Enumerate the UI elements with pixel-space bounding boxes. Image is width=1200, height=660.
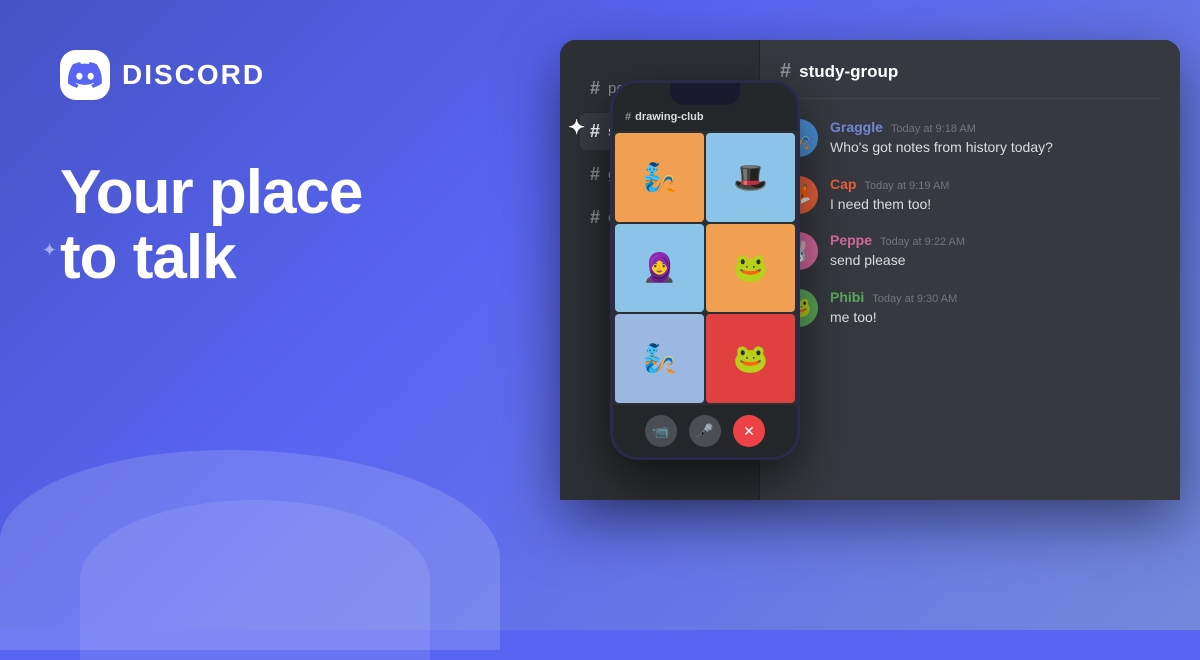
star-decoration: ✦ [42, 240, 57, 261]
message-text: send please [830, 251, 1160, 271]
message-time: Today at 9:30 AM [872, 293, 957, 305]
star-laptop-decoration: ✦ [568, 115, 585, 140]
table-row: 🐰 Peppe Today at 9:22 AM send please [780, 232, 1160, 271]
message-text: I need them too! [830, 195, 1160, 215]
message-header: Phibi Today at 9:30 AM [830, 289, 1160, 305]
message-content: Phibi Today at 9:30 AM me too! [830, 289, 1160, 328]
phone-channel-name: drawing-club [635, 111, 703, 123]
message-username: Peppe [830, 232, 872, 248]
tagline-line2: to talk [60, 225, 430, 290]
video-cell-0: 🧞 [615, 133, 704, 222]
chat-header: # study-group [780, 60, 1160, 99]
video-cell-2: 🧕 [615, 224, 704, 313]
chat-area: # study-group 🧞 Graggle Today at 9:18 AM [760, 40, 1180, 500]
hash-icon: # [590, 78, 600, 99]
tagline: Your place to talk [60, 160, 430, 290]
table-row: 🦊 Cap Today at 9:19 AM I need them too! [780, 176, 1160, 215]
camera-button[interactable]: 📹 [645, 415, 677, 447]
phone-screen: # drawing-club 🧞 🎩 🧕 🐸 🧞 🐸 📹 🎤 ✕ [613, 83, 797, 457]
video-cell-3: 🐸 [706, 224, 795, 313]
message-list: 🧞 Graggle Today at 9:18 AM Who's got not… [780, 119, 1160, 327]
hash-icon: # [590, 164, 600, 185]
video-cell-1: 🎩 [706, 133, 795, 222]
message-header: Peppe Today at 9:22 AM [830, 232, 1160, 248]
message-time: Today at 9:22 AM [880, 236, 965, 248]
video-cell-6: 🧞 [615, 314, 704, 403]
message-username: Phibi [830, 289, 864, 305]
left-section: DISCORD Your place to talk ✦ [0, 0, 480, 630]
right-section: ✦ # pet-photos # study-group # games # [440, 0, 1200, 630]
brand-name: DISCORD [122, 59, 265, 91]
table-row: 🧞 Graggle Today at 9:18 AM Who's got not… [780, 119, 1160, 158]
tagline-line1: Your place [60, 160, 430, 225]
message-text: me too! [830, 308, 1160, 328]
chat-channel-title: study-group [799, 62, 898, 82]
message-username: Graggle [830, 119, 883, 135]
phone-video-grid: 🧞 🎩 🧕 🐸 🧞 🐸 [613, 131, 797, 405]
message-username: Cap [830, 176, 856, 192]
video-cell-7: 🐸 [706, 314, 795, 403]
hash-icon: # [625, 111, 631, 123]
table-row: 🐸 Phibi Today at 9:30 AM me too! [780, 289, 1160, 328]
hash-icon: # [590, 207, 600, 228]
message-header: Graggle Today at 9:18 AM [830, 119, 1160, 135]
logo-area: DISCORD [60, 50, 430, 100]
hash-icon: # [590, 121, 600, 142]
end-call-button[interactable]: ✕ [733, 415, 765, 447]
message-text: Who's got notes from history today? [830, 138, 1160, 158]
chat-hash-icon: # [780, 60, 791, 83]
mic-button[interactable]: 🎤 [689, 415, 721, 447]
phone-notch [670, 83, 740, 105]
message-content: Graggle Today at 9:18 AM Who's got notes… [830, 119, 1160, 158]
phone-controls: 📹 🎤 ✕ [613, 405, 797, 457]
message-time: Today at 9:19 AM [864, 180, 949, 192]
message-content: Peppe Today at 9:22 AM send please [830, 232, 1160, 271]
message-content: Cap Today at 9:19 AM I need them too! [830, 176, 1160, 215]
phone-device: # drawing-club 🧞 🎩 🧕 🐸 🧞 🐸 📹 🎤 ✕ [610, 80, 800, 460]
message-time: Today at 9:18 AM [891, 123, 976, 135]
message-header: Cap Today at 9:19 AM [830, 176, 1160, 192]
discord-icon [60, 50, 110, 100]
